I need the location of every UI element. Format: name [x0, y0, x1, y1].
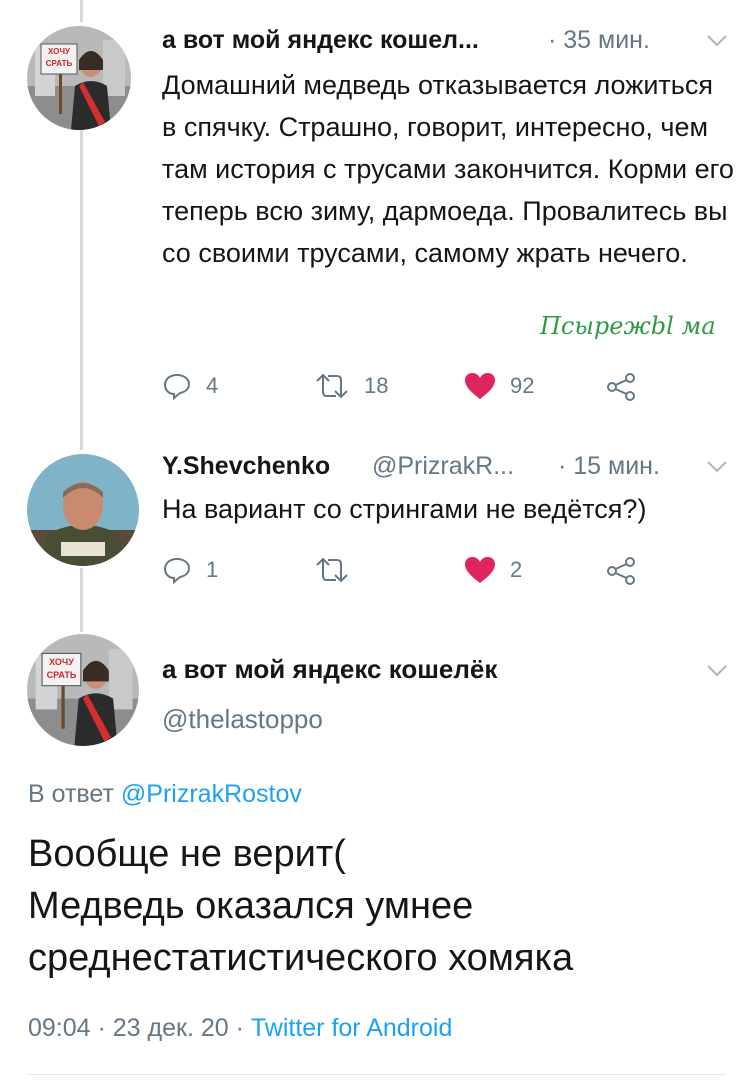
reply-icon — [163, 373, 191, 400]
timestamp: 09:04 · 23 дек. 20 · — [28, 1014, 244, 1042]
avatar[interactable]: ХОЧУ СРАТЬ — [27, 26, 131, 130]
chevron-down-icon[interactable] — [706, 460, 728, 474]
tweet-text: Вообще не верит( Медведь оказался умнее … — [28, 828, 573, 984]
avatar-sign-text: ХОЧУ СРАТЬ — [46, 657, 77, 680]
like-count: 92 — [510, 373, 535, 398]
avatar-photo — [27, 634, 139, 746]
avatar-photo — [27, 454, 139, 566]
thread-line — [80, 568, 83, 632]
like-count: 2 — [510, 557, 523, 582]
author-handle[interactable]: @thelastoppo — [162, 704, 323, 735]
tweet-text-line: Вообще не верит( — [28, 833, 346, 875]
heart-icon — [465, 373, 495, 399]
share-icon[interactable] — [606, 556, 636, 586]
retweet-icon — [316, 557, 348, 583]
thread-line — [80, 0, 83, 22]
share-icon[interactable] — [606, 372, 636, 402]
reply-prefix: В ответ — [28, 780, 114, 808]
timestamp[interactable]: · 15 мин. — [558, 452, 660, 481]
reply-count: 4 — [206, 373, 219, 398]
author-name[interactable]: Y.Shevchenko — [162, 452, 330, 481]
like-button[interactable]: 2 — [464, 556, 522, 584]
chevron-down-icon[interactable] — [706, 34, 728, 48]
retweet-icon — [316, 373, 348, 399]
avatar-sign-text: ХОЧУ СРАТЬ — [45, 47, 73, 68]
tweet-footer: 09:04 · 23 дек. 20 · Twitter for Android — [28, 1014, 452, 1043]
watermark: Псырежbl ма — [540, 312, 716, 340]
heart-icon — [465, 557, 495, 583]
tweet-text: Домашний медведь отказывается ложиться в… — [162, 70, 734, 268]
reply-icon — [163, 557, 191, 584]
divider — [28, 1074, 726, 1075]
tweet-text: На вариант со стрингами не ведётся?) — [162, 494, 647, 524]
avatar[interactable]: ХОЧУ СРАТЬ — [27, 634, 139, 746]
author-name[interactable]: а вот мой яндекс кошел... — [162, 26, 479, 55]
reply-button[interactable]: 4 — [162, 372, 218, 400]
reply-to-link[interactable]: @PrizrakRostov — [121, 780, 302, 808]
reply-context: В ответ @PrizrakRostov — [28, 780, 302, 809]
chevron-down-icon[interactable] — [706, 664, 728, 678]
like-button[interactable]: 92 — [464, 372, 534, 400]
author-name[interactable]: а вот мой яндекс кошелёк — [162, 654, 497, 685]
timestamp[interactable]: · 35 мин. — [548, 26, 650, 55]
tweet-text-line: среднестатистического хомяка — [28, 937, 574, 979]
thread-line — [80, 128, 83, 450]
avatar-photo — [27, 26, 131, 130]
source-link[interactable]: Twitter for Android — [251, 1014, 452, 1042]
retweet-button[interactable] — [314, 556, 364, 584]
retweet-count: 18 — [364, 373, 389, 398]
retweet-button[interactable]: 18 — [314, 372, 388, 400]
author-handle[interactable]: @PrizrakR... — [372, 452, 514, 481]
tweet-text-line: Медведь оказался умнее — [28, 885, 474, 927]
reply-count: 1 — [206, 557, 219, 582]
avatar[interactable] — [27, 454, 139, 566]
reply-button[interactable]: 1 — [162, 556, 218, 584]
